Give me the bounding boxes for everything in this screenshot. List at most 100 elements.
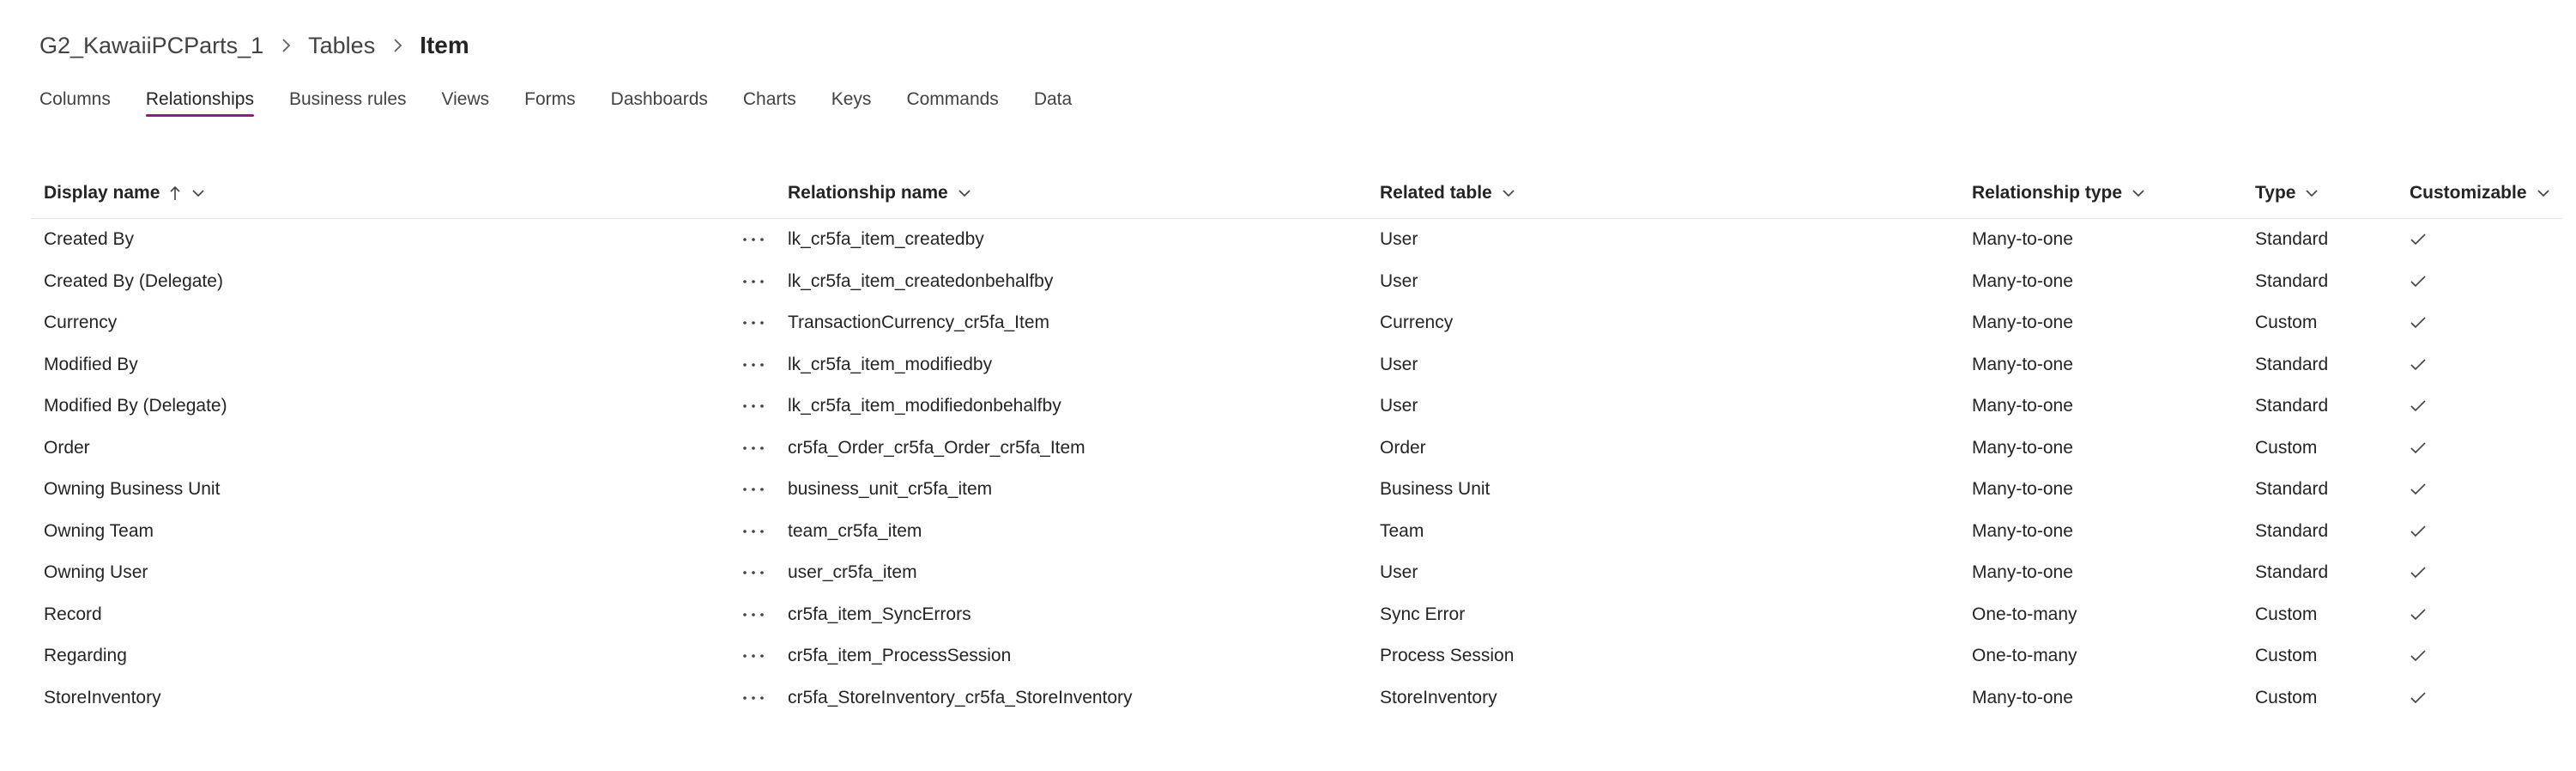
- column-header-customizable[interactable]: Customizable: [2410, 168, 2551, 218]
- cell-relationship-type: Many-to-one: [1972, 229, 2073, 250]
- cell-relationship-type: Many-to-one: [1972, 437, 2073, 458]
- column-header-label: Type: [2255, 183, 2296, 203]
- cell-relationship-name: business_unit_cr5fa_item: [788, 479, 993, 500]
- cell-type: Standard: [2255, 520, 2329, 541]
- cell-relationship-type: Many-to-one: [1972, 479, 2073, 500]
- chevron-down-icon: [1501, 185, 1516, 201]
- more-horizontal-icon[interactable]: [736, 261, 771, 303]
- table-row[interactable]: Owning Team team_cr5fa_item Team Many-to-on…: [31, 511, 2562, 553]
- cell-relationship-type: One-to-many: [1972, 646, 2077, 666]
- table-row[interactable]: Modified By lk_cr5fa_item_modifiedby User M…: [31, 344, 2562, 386]
- checkmark-icon: [2410, 594, 2427, 636]
- cell-relationship-type: Many-to-one: [1972, 520, 2073, 541]
- cell-related-table: Order: [1380, 437, 1426, 458]
- table-row[interactable]: Regarding cr5fa_item_ProcessSession Proces…: [31, 635, 2562, 677]
- checkmark-icon: [2410, 552, 2427, 594]
- chevron-down-icon: [2131, 185, 2146, 201]
- cell-related-table: StoreInventory: [1380, 687, 1497, 707]
- tab-dashboards[interactable]: Dashboards: [611, 84, 708, 120]
- cell-display-name: Regarding: [44, 646, 127, 666]
- more-horizontal-icon[interactable]: [736, 552, 771, 594]
- cell-display-name: Owning Team: [44, 520, 154, 541]
- more-horizontal-icon[interactable]: [736, 511, 771, 553]
- cell-relationship-type: Many-to-one: [1972, 687, 2073, 707]
- column-header-display-name[interactable]: Display name: [44, 168, 206, 218]
- cell-relationship-type: Many-to-one: [1972, 396, 2073, 416]
- checkmark-icon: [2410, 469, 2427, 511]
- tab-forms[interactable]: Forms: [524, 84, 576, 120]
- more-horizontal-icon[interactable]: [736, 635, 771, 677]
- cell-display-name: Modified By (Delegate): [44, 396, 227, 416]
- tab-views[interactable]: Views: [442, 84, 490, 120]
- cell-related-table: Team: [1380, 520, 1424, 541]
- tab-relationships[interactable]: Relationships: [145, 84, 255, 120]
- table-row[interactable]: Modified By (Delegate) lk_cr5fa_item_modi…: [31, 386, 2562, 428]
- table-row[interactable]: Created By (Delegate) lk_cr5fa_item_creat…: [31, 261, 2562, 303]
- cell-relationship-name: cr5fa_item_SyncErrors: [788, 604, 971, 624]
- cell-related-table: Currency: [1380, 313, 1454, 333]
- more-horizontal-icon[interactable]: [736, 469, 771, 511]
- checkmark-icon: [2410, 677, 2427, 719]
- cell-type: Standard: [2255, 270, 2329, 291]
- checkmark-icon: [2410, 635, 2427, 677]
- tab-charts[interactable]: Charts: [743, 84, 796, 120]
- table-row[interactable]: Owning Business Unit business_unit_cr5fa_…: [31, 469, 2562, 511]
- column-header-label: Display name: [44, 183, 160, 203]
- chevron-down-icon: [957, 185, 972, 201]
- checkmark-icon: [2410, 219, 2427, 261]
- cell-display-name: Modified By: [44, 354, 138, 374]
- more-horizontal-icon[interactable]: [736, 594, 771, 636]
- cell-type: Standard: [2255, 479, 2329, 500]
- tab-columns[interactable]: Columns: [39, 84, 111, 120]
- tab-data[interactable]: Data: [1034, 84, 1072, 120]
- cell-related-table: User: [1380, 270, 1418, 291]
- relationships-page: G2_KawaiiPCParts_1 Tables Item Columns Re…: [0, 0, 2576, 771]
- arrow-up-icon: [168, 185, 182, 202]
- column-header-label: Related table: [1380, 183, 1492, 203]
- cell-type: Custom: [2255, 687, 2318, 707]
- column-header-related-table[interactable]: Related table: [1380, 168, 1516, 218]
- breadcrumb-app[interactable]: G2_KawaiiPCParts_1: [39, 33, 263, 59]
- cell-display-name: Currency: [44, 313, 118, 333]
- cell-related-table: User: [1380, 396, 1418, 416]
- checkmark-icon: [2410, 261, 2427, 303]
- more-horizontal-icon[interactable]: [736, 386, 771, 428]
- table-row[interactable]: Record cr5fa_item_SyncErrors Sync Error One…: [31, 594, 2562, 636]
- tab-business-rules[interactable]: Business rules: [289, 84, 407, 120]
- cell-relationship-name: cr5fa_StoreInventory_cr5fa_StoreInventor…: [788, 687, 1133, 707]
- cell-type: Standard: [2255, 229, 2329, 250]
- table-row[interactable]: Owning User user_cr5fa_item User Many-to-on…: [31, 552, 2562, 594]
- table-row[interactable]: Created By lk_cr5fa_item_createdby User Man…: [31, 219, 2562, 261]
- checkmark-icon: [2410, 386, 2427, 428]
- more-horizontal-icon[interactable]: [736, 219, 771, 261]
- tab-commands[interactable]: Commands: [906, 84, 998, 120]
- table-row[interactable]: Order cr5fa_Order_cr5fa_Order_cr5fa_Item O…: [31, 428, 2562, 470]
- cell-relationship-type: Many-to-one: [1972, 354, 2073, 374]
- cell-relationship-name: lk_cr5fa_item_createdonbehalfby: [788, 270, 1054, 291]
- column-header-relationship-name[interactable]: Relationship name: [788, 168, 972, 218]
- breadcrumb-current: Item: [420, 32, 469, 58]
- table-row[interactable]: StoreInventory cr5fa_StoreInventory_cr5fa…: [31, 677, 2562, 719]
- chevron-right-icon: [389, 37, 406, 54]
- cell-relationship-name: user_cr5fa_item: [788, 562, 917, 583]
- more-horizontal-icon[interactable]: [736, 677, 771, 719]
- column-header-label: Customizable: [2410, 183, 2527, 203]
- breadcrumb-tables[interactable]: Tables: [308, 33, 375, 59]
- column-header-type[interactable]: Type: [2255, 168, 2319, 218]
- cell-relationship-name: TransactionCurrency_cr5fa_Item: [788, 313, 1050, 333]
- more-horizontal-icon[interactable]: [736, 302, 771, 344]
- table-tabs: Columns Relationships Business rules Views F…: [39, 84, 1107, 120]
- column-header-relationship-type[interactable]: Relationship type: [1972, 168, 2146, 218]
- more-horizontal-icon[interactable]: [736, 344, 771, 386]
- more-horizontal-icon[interactable]: [736, 428, 771, 470]
- cell-type: Custom: [2255, 437, 2318, 458]
- cell-type: Custom: [2255, 313, 2318, 333]
- checkmark-icon: [2410, 511, 2427, 553]
- cell-type: Custom: [2255, 646, 2318, 666]
- cell-display-name: Owning User: [44, 562, 148, 583]
- table-row[interactable]: Currency TransactionCurrency_cr5fa_Item Cu…: [31, 302, 2562, 344]
- tab-keys[interactable]: Keys: [831, 84, 872, 120]
- cell-related-table: User: [1380, 354, 1418, 374]
- cell-type: Standard: [2255, 354, 2329, 374]
- cell-display-name: Record: [44, 604, 102, 624]
